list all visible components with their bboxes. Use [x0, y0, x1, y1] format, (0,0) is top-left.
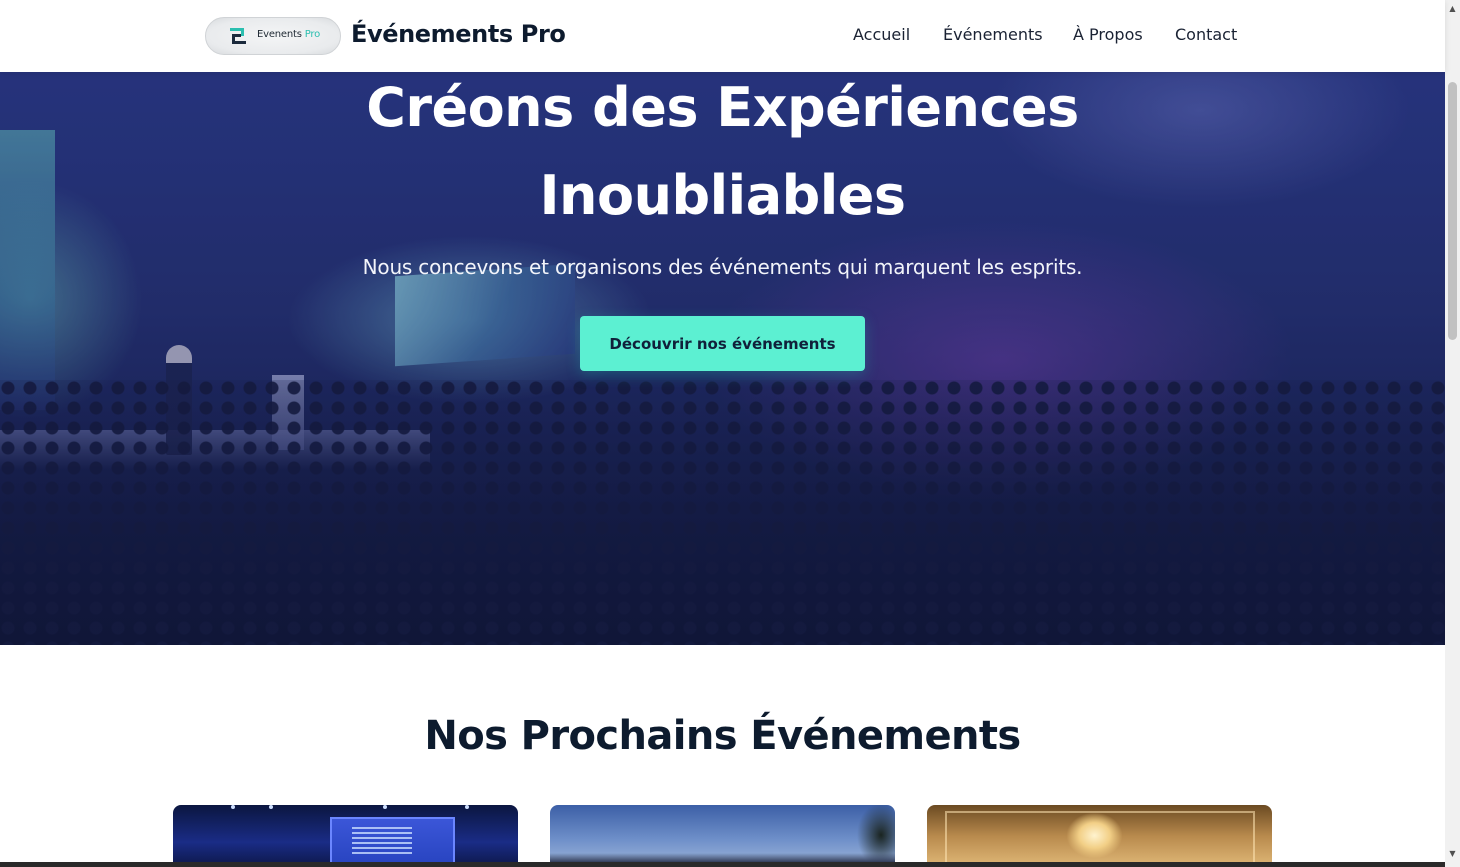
hero-title: Créons des Expériences Inoubliables: [0, 64, 1445, 240]
event-card-image-tech-screen: [330, 817, 455, 867]
taskbar-edge: [0, 862, 1445, 867]
chevron-up-icon[interactable]: ▲: [1445, 2, 1460, 16]
chevron-down-icon[interactable]: ▼: [1445, 847, 1460, 861]
main-nav: Accueil Événements À Propos Contact: [0, 25, 1445, 47]
stage-light: [383, 805, 387, 809]
page-scrollbar[interactable]: ▲ ▼: [1445, 0, 1460, 867]
hero-subtitle: Nous concevons et organisons des événeme…: [362, 255, 1083, 279]
hero-title-line-2: Inoubliables: [539, 164, 906, 227]
event-card-outdoor[interactable]: [550, 805, 895, 867]
scrollbar-thumb[interactable]: [1448, 82, 1457, 340]
nav-link-evenements[interactable]: Événements: [943, 25, 1043, 44]
site-header: Evenents Pro Événements Pro Accueil Évén…: [0, 0, 1445, 72]
stage-light: [231, 805, 235, 809]
hero-title-line-1: Créons des Expériences: [366, 76, 1079, 139]
nav-link-accueil[interactable]: Accueil: [853, 25, 910, 44]
nav-link-contact[interactable]: Contact: [1175, 25, 1237, 44]
stage-light: [465, 805, 469, 809]
stage-light: [269, 805, 273, 809]
discover-events-button[interactable]: Découvrir nos événements: [580, 316, 865, 371]
nav-link-a-propos[interactable]: À Propos: [1073, 25, 1143, 44]
event-card-conference[interactable]: [173, 805, 518, 867]
events-section-title: Nos Prochains Événements: [424, 713, 1021, 759]
event-card-image-chandelier: [1067, 813, 1122, 858]
event-card-gala[interactable]: [927, 805, 1272, 867]
hero-section: Créons des Expériences Inoubliables Nous…: [0, 0, 1445, 645]
